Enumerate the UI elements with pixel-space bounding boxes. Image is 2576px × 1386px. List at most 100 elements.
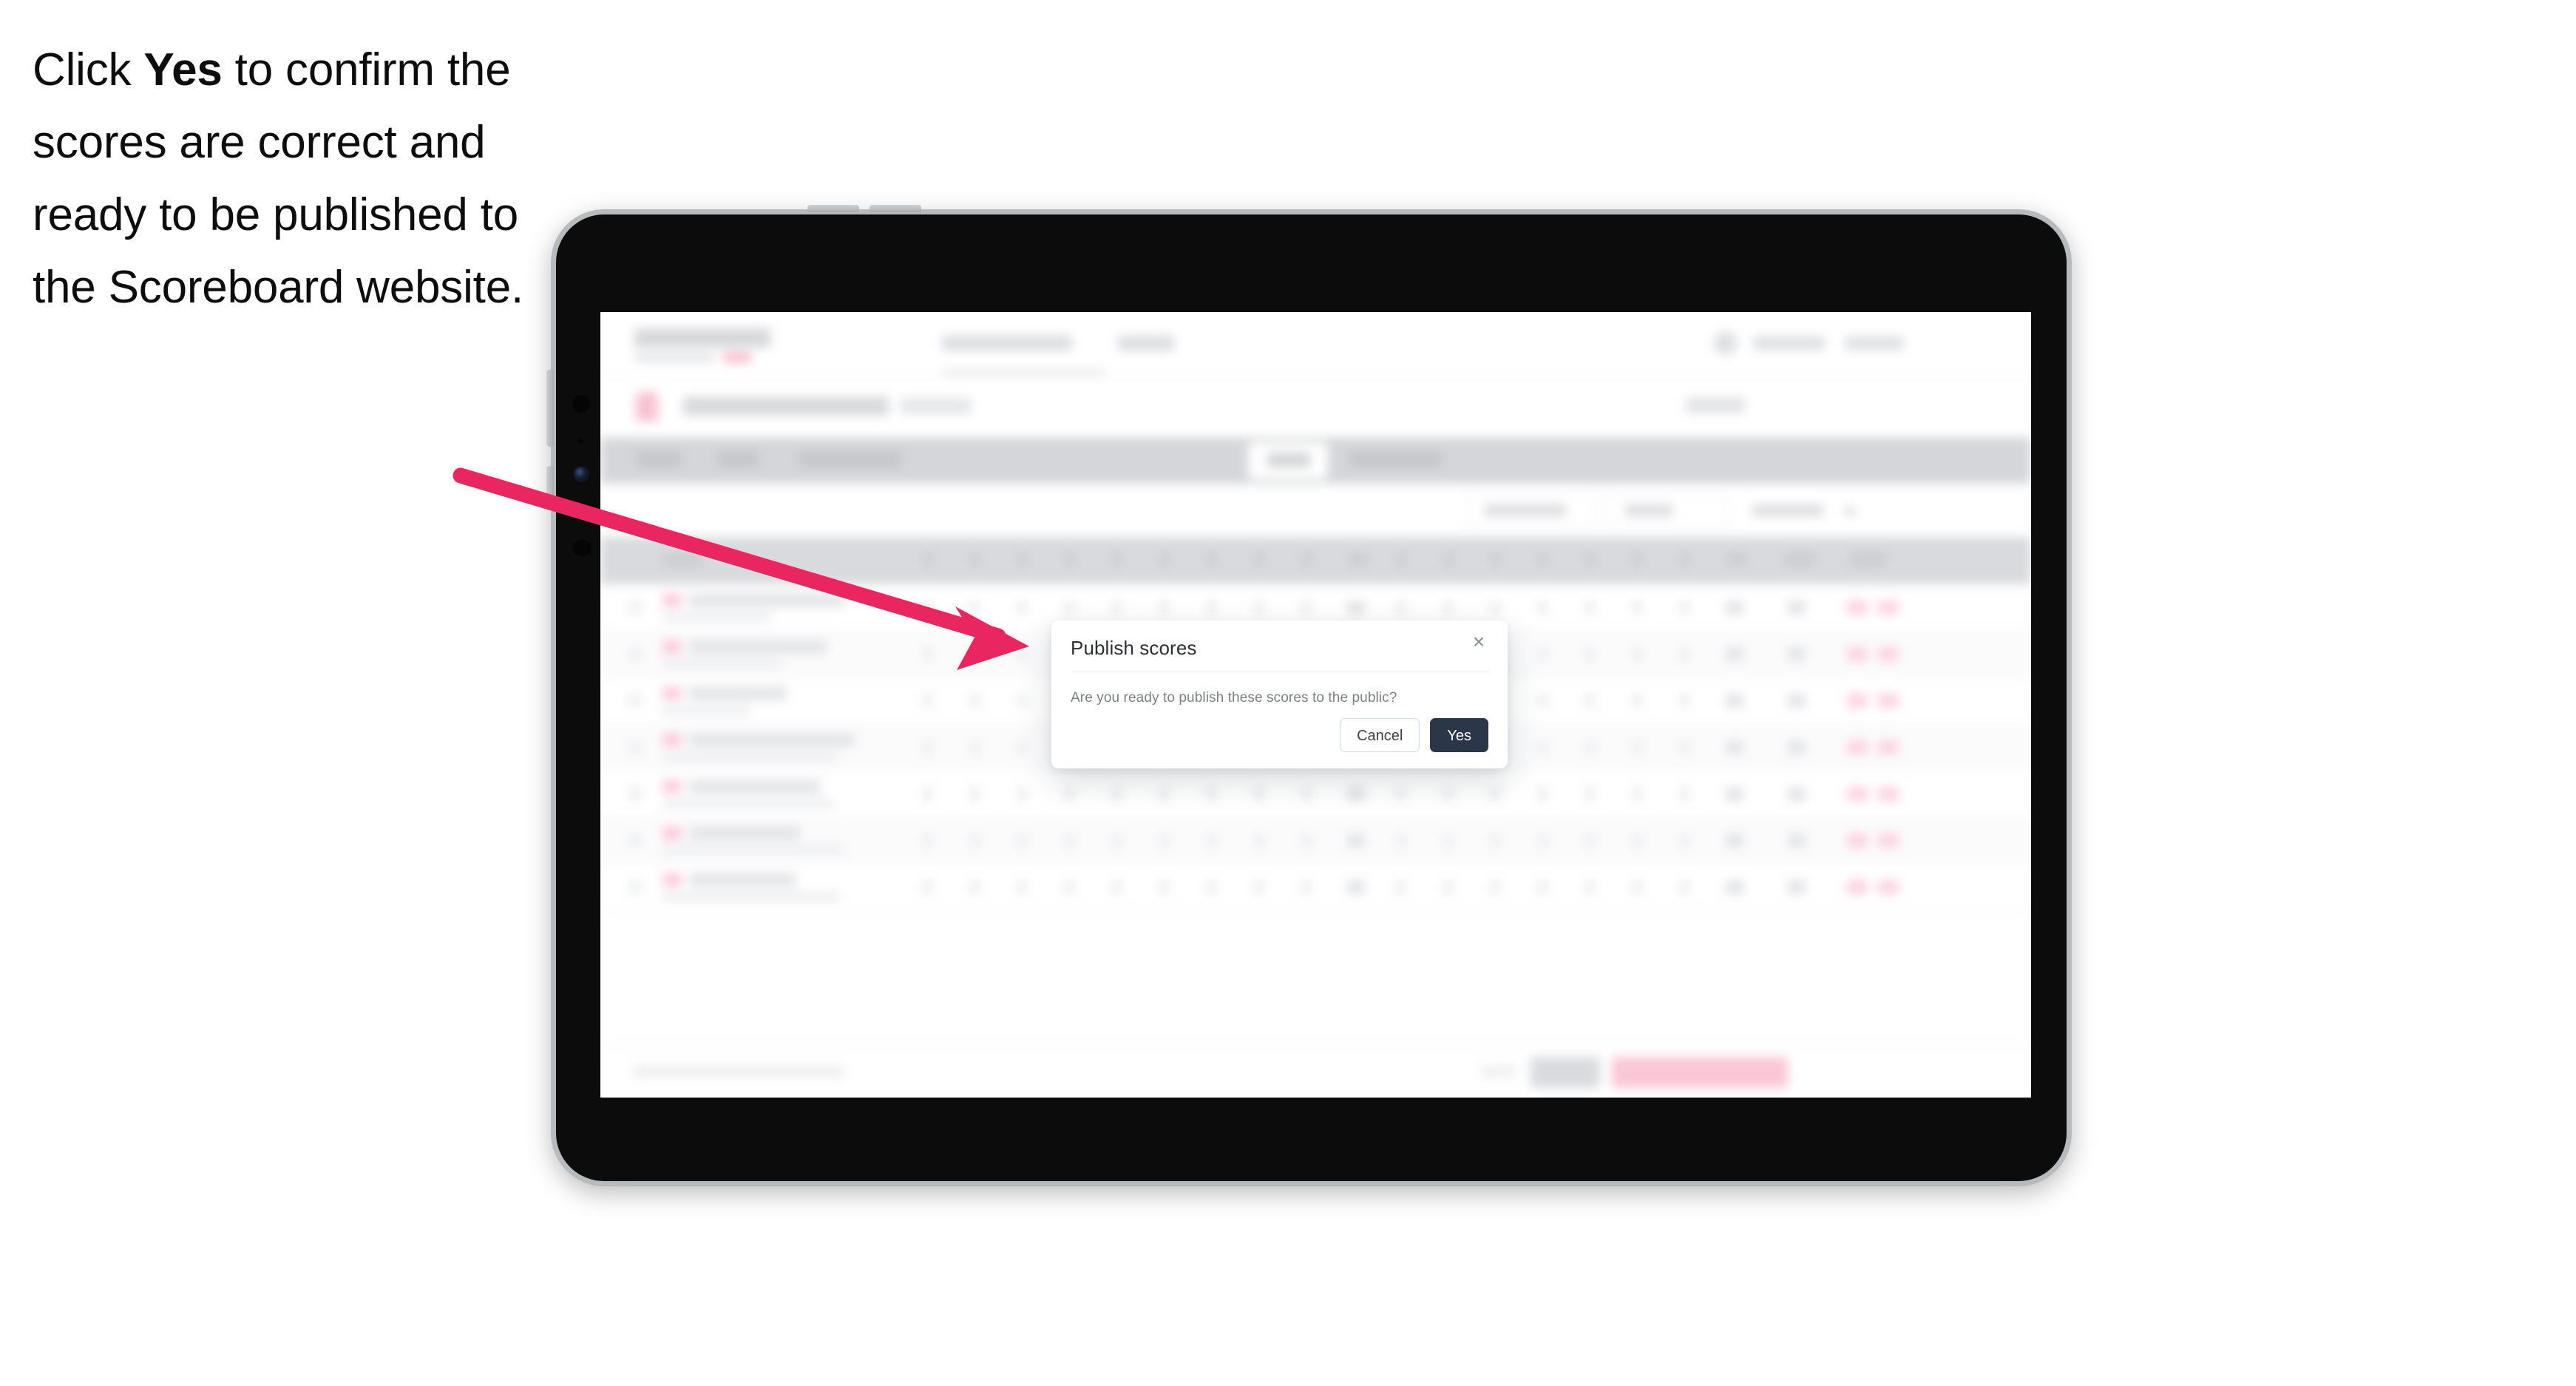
modal-actions: Cancel Yes	[1340, 718, 1488, 752]
microphone-icon	[572, 540, 592, 556]
column-header-in	[1727, 553, 1746, 567]
table-row[interactable]	[600, 771, 2031, 817]
player-team	[662, 752, 837, 762]
player-team	[662, 706, 750, 715]
nav-item-teams[interactable]	[1118, 336, 1174, 351]
column-header-h16	[1680, 553, 1690, 567]
row-checkbox[interactable]	[628, 694, 642, 707]
row-flag-icon	[662, 594, 682, 606]
context-bar	[600, 376, 2031, 438]
chevron-down-icon[interactable]	[1845, 507, 1854, 515]
tab-results-label	[1267, 453, 1310, 467]
caption-text-before: Click	[33, 44, 144, 95]
row-checkbox[interactable]	[628, 647, 642, 660]
player-team	[662, 892, 840, 902]
row-flag-icon	[662, 827, 682, 839]
footer-cancel-link[interactable]	[1480, 1066, 1516, 1078]
cancel-button[interactable]: Cancel	[1340, 718, 1420, 752]
column-header-h8	[1254, 553, 1264, 567]
table-header-row	[600, 537, 2031, 584]
column-header-h11	[1443, 553, 1454, 567]
side-button-small[interactable]	[546, 466, 554, 509]
front-camera-lens-icon	[574, 467, 588, 481]
modal-body-text: Are you ready to publish these scores to…	[1071, 690, 1397, 706]
column-header-h10	[1396, 553, 1406, 567]
tab-format[interactable]	[717, 451, 759, 467]
close-icon[interactable]: ×	[1466, 629, 1491, 655]
publish-scores-modal: Publish scores × Are you ready to publis…	[1051, 621, 1508, 768]
row-checkbox[interactable]	[628, 740, 642, 754]
brand-subtitle	[634, 354, 714, 362]
row-checkbox[interactable]	[628, 787, 642, 800]
column-header-h5	[1112, 553, 1122, 567]
tab-details[interactable]	[636, 451, 682, 467]
context-right-action[interactable]	[1686, 398, 1745, 413]
row-flag-icon	[662, 734, 682, 746]
row-flag-icon	[662, 873, 682, 886]
player-name	[689, 780, 821, 794]
column-header-h9	[1301, 553, 1312, 567]
column-header-h3	[1017, 553, 1028, 567]
column-header-h6	[1159, 553, 1170, 567]
confirm-yes-button[interactable]: Yes	[1430, 718, 1488, 752]
row-checkbox[interactable]	[628, 601, 642, 614]
player-name	[689, 640, 827, 654]
tab-section-setup[interactable]	[799, 451, 902, 467]
player-team	[662, 799, 834, 808]
speaker-icon	[572, 504, 592, 521]
column-header-total	[1783, 553, 1816, 567]
footer-action-bar	[600, 1046, 2031, 1098]
brand-accent-mark	[723, 353, 751, 362]
player-name	[689, 733, 855, 747]
row-flag-icon	[662, 687, 682, 700]
column-header-h1	[923, 553, 933, 567]
ambient-sensor-icon	[578, 439, 583, 444]
nav-item-tournaments[interactable]	[942, 336, 1072, 351]
column-header-h12	[1491, 553, 1501, 567]
tournament-icon	[636, 392, 658, 422]
screenshot-canvas: Click Yes to confirm the scores are corr…	[0, 0, 2576, 1386]
filter-row	[600, 484, 2031, 537]
tournament-title	[683, 396, 889, 416]
tournament-subtitle	[901, 398, 972, 414]
camera-icon	[572, 395, 590, 413]
player-name	[689, 873, 796, 887]
row-checkbox[interactable]	[628, 834, 642, 847]
player-name	[689, 826, 800, 840]
header-help-link[interactable]	[1754, 337, 1825, 350]
row-flag-icon	[662, 780, 682, 793]
volume-up-button[interactable]	[807, 205, 859, 212]
column-header-h13	[1538, 553, 1548, 567]
column-header-h4	[1065, 553, 1075, 567]
footer-publish-button[interactable]	[1612, 1057, 1788, 1088]
column-header-status	[1850, 553, 1887, 567]
tab-bar	[600, 438, 2031, 484]
brand-logo[interactable]	[634, 328, 770, 348]
column-header-h7	[1207, 553, 1217, 567]
footer-save-button[interactable]	[1531, 1057, 1600, 1088]
tab-leaderboard[interactable]	[1349, 451, 1442, 467]
instruction-caption: Click Yes to confirm the scores are corr…	[33, 34, 572, 324]
table-row[interactable]	[600, 864, 2031, 910]
tablet-device: Publish scores × Are you ready to publis…	[546, 205, 2072, 1186]
footer-note	[633, 1066, 844, 1078]
filter-dropdown-3-label[interactable]	[1752, 504, 1823, 516]
caption-emphasis: Yes	[143, 44, 223, 95]
column-header-player[interactable]	[662, 553, 702, 567]
player-team	[662, 845, 844, 855]
power-button[interactable]	[546, 370, 554, 447]
header-account-link[interactable]	[1845, 337, 1903, 350]
filter-dropdown-1-label	[1485, 504, 1566, 516]
row-flag-icon	[662, 640, 682, 653]
column-header-h2	[970, 553, 980, 567]
player-team	[662, 612, 772, 622]
modal-title: Publish scores	[1071, 637, 1197, 659]
table-row[interactable]	[600, 817, 2031, 864]
column-header-h14	[1585, 553, 1596, 567]
row-checkbox[interactable]	[628, 880, 642, 893]
column-header-h15	[1633, 553, 1643, 567]
avatar[interactable]	[1714, 331, 1738, 355]
player-name	[689, 593, 844, 607]
app-header	[600, 312, 2031, 377]
volume-down-button[interactable]	[870, 205, 921, 212]
